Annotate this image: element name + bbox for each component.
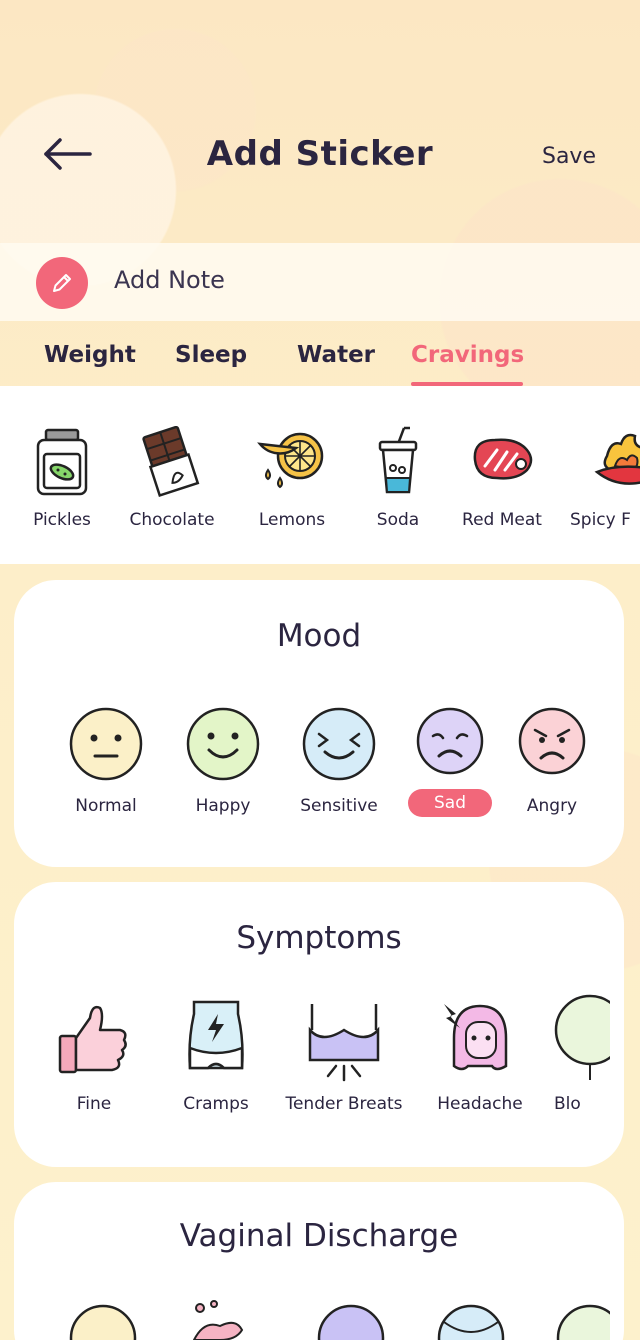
discharge-option[interactable]: [436, 1302, 506, 1340]
craving-spicy[interactable]: Spicy F: [562, 386, 640, 564]
craving-soda[interactable]: Soda: [338, 386, 458, 564]
add-note-label[interactable]: Add Note: [114, 266, 225, 294]
craving-lemons[interactable]: Lemons: [232, 386, 352, 564]
angry-face-icon: [518, 707, 586, 775]
normal-face-icon: [69, 707, 143, 781]
symptom-label: Cramps: [183, 1094, 249, 1114]
discharge-option[interactable]: [68, 1302, 138, 1340]
discharge-creamy-icon: [437, 1304, 505, 1340]
pickle-jar-icon: [36, 428, 88, 496]
craving-chocolate[interactable]: Chocolate: [112, 386, 232, 564]
symptom-bloating[interactable]: Blo: [550, 990, 610, 1120]
craving-label: Red Meat: [462, 510, 542, 530]
mood-label: Angry: [526, 796, 578, 816]
symptom-headache[interactable]: Headache: [437, 1000, 523, 1120]
cravings-strip[interactable]: Pickles Chocolate Lemons Soda Red Meat S…: [0, 386, 640, 564]
tab-cravings[interactable]: Cravings: [411, 342, 524, 368]
pencil-icon: [53, 274, 71, 292]
symptom-label: Blo: [554, 1094, 581, 1114]
mood-card: Mood Normal Happy Sensitive Sad Angry: [14, 580, 624, 867]
tender-breasts-icon: [308, 1004, 380, 1082]
mood-happy[interactable]: Happy: [185, 706, 261, 816]
tab-sleep[interactable]: Sleep: [175, 342, 247, 368]
vaginal-discharge-card: Vaginal Discharge: [14, 1182, 624, 1340]
mood-normal[interactable]: Normal: [68, 706, 144, 816]
symptom-label: Tender Breats: [285, 1094, 403, 1114]
mood-label: Normal: [75, 796, 137, 816]
symptom-fine[interactable]: Fine: [54, 1000, 134, 1120]
symptoms-title: Symptoms: [236, 920, 402, 956]
happy-face-icon: [186, 707, 260, 781]
craving-label: Spicy F: [570, 510, 631, 530]
mood-label: Happy: [195, 796, 251, 816]
soda-cup-icon: [378, 426, 418, 494]
craving-label: Chocolate: [129, 510, 215, 530]
chocolate-bar-icon: [142, 426, 200, 498]
mood-label: Sensitive: [300, 796, 378, 816]
lemon-slice-icon: [257, 432, 324, 489]
discharge-option[interactable]: [180, 1300, 250, 1340]
thumbs-up-icon: [58, 1005, 127, 1074]
symptoms-card: Symptoms Fine Cramps Tender Breats Heada…: [14, 882, 624, 1167]
bloating-icon: [554, 994, 610, 1080]
mood-angry[interactable]: Angry: [517, 706, 587, 816]
symptom-label: Fine: [76, 1094, 112, 1114]
symptom-tender-breasts[interactable]: Tender Breats: [285, 1000, 403, 1120]
craving-red-meat[interactable]: Red Meat: [442, 386, 562, 564]
symptom-label: Headache: [437, 1094, 523, 1114]
discharge-option[interactable]: [316, 1302, 386, 1340]
discharge-option[interactable]: [550, 1302, 610, 1340]
discharge-sticky-icon: [317, 1304, 385, 1340]
sensitive-face-icon: [302, 707, 376, 781]
craving-label: Pickles: [33, 510, 91, 530]
craving-pickles[interactable]: Pickles: [2, 386, 122, 564]
craving-label: Lemons: [258, 510, 326, 530]
vaginal-discharge-title: Vaginal Discharge: [179, 1218, 459, 1254]
symptom-cramps[interactable]: Cramps: [176, 1000, 256, 1120]
tab-water[interactable]: Water: [297, 342, 375, 368]
discharge-watery-icon: [556, 1304, 610, 1340]
craving-label: Soda: [376, 510, 420, 530]
add-note-button[interactable]: [36, 257, 88, 309]
save-button[interactable]: Save: [542, 144, 596, 169]
header: Add Sticker Save: [0, 0, 640, 243]
mood-sensitive[interactable]: Sensitive: [300, 706, 378, 816]
chili-fire-icon: [594, 433, 640, 485]
mood-label-selected: Sad: [408, 789, 492, 817]
tab-weight[interactable]: Weight: [44, 342, 136, 368]
discharge-splash-icon: [192, 1300, 244, 1340]
steak-icon: [473, 438, 533, 480]
mood-sad[interactable]: Sad: [408, 706, 492, 817]
headache-icon: [444, 1004, 508, 1071]
discharge-dry-icon: [69, 1304, 137, 1340]
category-tabs: Weight Sleep Water Cravings: [0, 330, 640, 386]
sad-face-icon: [416, 707, 484, 775]
add-note-bar[interactable]: [0, 243, 640, 321]
mood-title: Mood: [276, 618, 362, 654]
cramps-icon: [188, 1000, 244, 1070]
